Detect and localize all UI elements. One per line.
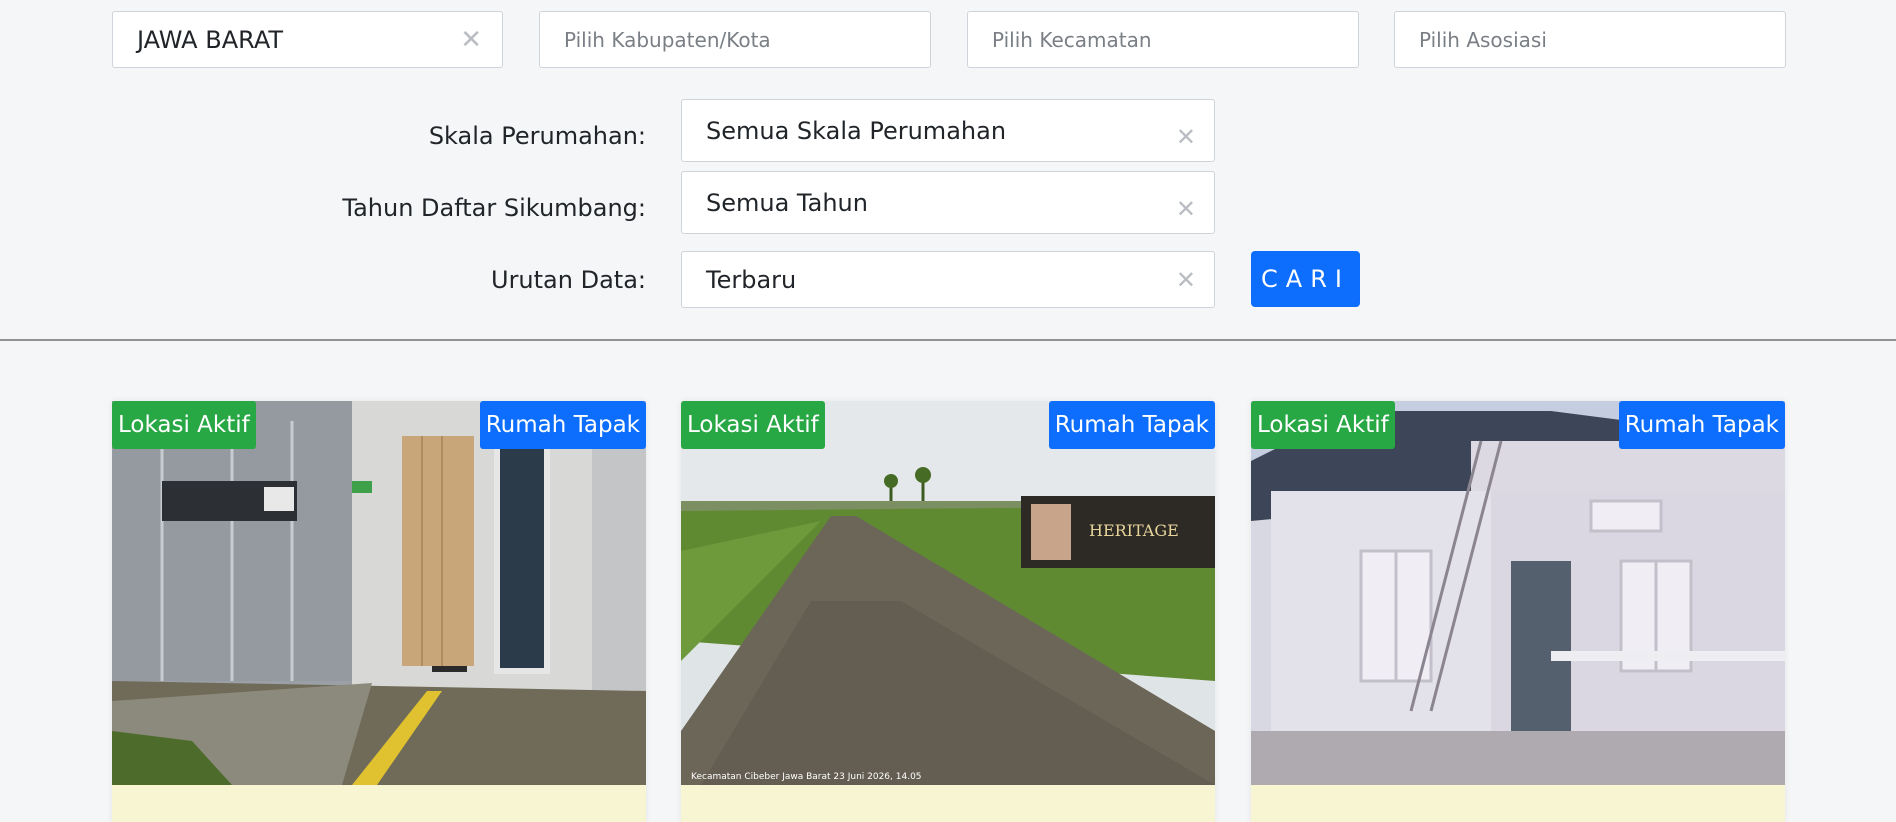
kecamatan-placeholder: Pilih Kecamatan (992, 27, 1152, 52)
housing-card-1[interactable]: Lokasi Aktif Rumah Tapak (112, 401, 646, 822)
province-value: JAWA BARAT (137, 25, 284, 54)
tahun-value: Semua Tahun (706, 188, 868, 217)
skala-clear-icon[interactable]: ✕ (1176, 125, 1196, 149)
card-body-1 (112, 785, 646, 822)
kecamatan-select[interactable]: Pilih Kecamatan (967, 11, 1359, 68)
housing-photo-3 (1251, 401, 1785, 785)
skala-value: Semua Skala Perumahan (706, 116, 1007, 145)
province-select[interactable]: JAWA BARAT ✕ (112, 11, 503, 68)
urutan-clear-icon[interactable]: ✕ (1176, 268, 1196, 292)
skala-label: Skala Perumahan: (428, 122, 646, 150)
card-body-3 (1251, 785, 1785, 822)
svg-text:HERITAGE: HERITAGE (1089, 521, 1179, 540)
type-badge-3: Rumah Tapak (1618, 401, 1785, 449)
housing-photo-2: HERITAGE Kecamatan Cibeber Jawa Barat 23… (681, 401, 1215, 785)
asosiasi-select[interactable]: Pilih Asosiasi (1394, 11, 1786, 68)
type-badge-1: Rumah Tapak (479, 401, 646, 449)
kabupaten-placeholder: Pilih Kabupaten/Kota (564, 27, 771, 52)
housing-card-3[interactable]: Lokasi Aktif Rumah Tapak (1251, 401, 1785, 822)
urutan-value: Terbaru (706, 265, 797, 294)
status-badge-3: Lokasi Aktif (1251, 401, 1395, 449)
kabupaten-select[interactable]: Pilih Kabupaten/Kota (539, 11, 931, 68)
status-badge-2: Lokasi Aktif (681, 401, 825, 449)
urutan-select[interactable]: Terbaru ✕ (681, 251, 1215, 308)
search-button[interactable]: CARI (1251, 251, 1360, 307)
tahun-select[interactable]: Semua Tahun ✕ (681, 171, 1215, 234)
skala-select[interactable]: Semua Skala Perumahan ✕ (681, 99, 1215, 162)
tahun-label: Tahun Daftar Sikumbang: (342, 194, 646, 222)
province-clear-icon[interactable]: ✕ (460, 27, 482, 53)
housing-card-2[interactable]: HERITAGE Kecamatan Cibeber Jawa Barat 23… (681, 401, 1215, 822)
asosiasi-placeholder: Pilih Asosiasi (1419, 27, 1547, 52)
urutan-label: Urutan Data: (491, 266, 646, 294)
type-badge-2: Rumah Tapak (1048, 401, 1215, 449)
section-divider (0, 339, 1896, 341)
photo-caption-2: Kecamatan Cibeber Jawa Barat 23 Juni 202… (691, 772, 922, 782)
card-body-2 (681, 785, 1215, 822)
tahun-clear-icon[interactable]: ✕ (1176, 197, 1196, 221)
status-badge-1: Lokasi Aktif (112, 401, 256, 449)
housing-photo-1 (112, 401, 646, 785)
